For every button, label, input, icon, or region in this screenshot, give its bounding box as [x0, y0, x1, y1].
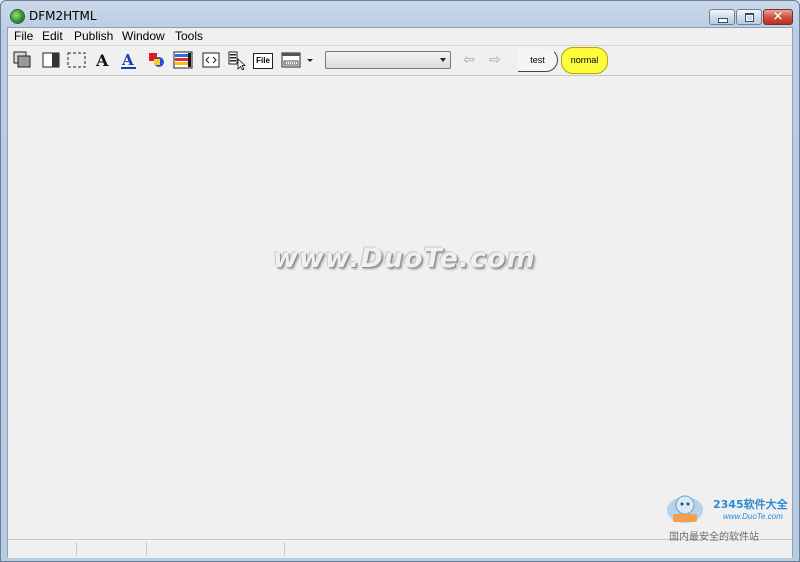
tab-test[interactable]: test	[518, 48, 558, 72]
status-pane	[285, 542, 685, 556]
back-arrow-icon[interactable]: ⇦	[463, 52, 475, 68]
list-cursor-icon[interactable]	[226, 50, 248, 70]
page-select[interactable]	[325, 51, 451, 69]
layers-icon[interactable]	[12, 50, 34, 70]
slogan-label: 国内最安全的软件站	[669, 532, 759, 543]
minimize-icon	[718, 18, 728, 23]
status-pane	[147, 542, 285, 556]
underline-font-icon[interactable]: A	[118, 50, 140, 70]
minimize-button[interactable]	[709, 9, 735, 25]
menu-file[interactable]: File	[12, 29, 35, 43]
file-icon[interactable]: File	[253, 53, 273, 69]
corner-watermark: 2345软件大全 www.DuoTe.com 国内最安全的软件站	[655, 490, 799, 560]
color-shapes-icon[interactable]	[146, 50, 168, 70]
panel-icon[interactable]	[40, 50, 62, 70]
app-window: DFM2HTML × File Edit Publish Window Tool…	[0, 0, 800, 562]
selection-rect-icon[interactable]	[66, 50, 88, 70]
title-bar[interactable]: DFM2HTML ×	[1, 1, 799, 29]
site-label: www.DuoTe.com	[723, 512, 783, 521]
frame-icon[interactable]	[280, 50, 302, 70]
close-button[interactable]: ×	[763, 9, 793, 25]
menu-bar: File Edit Publish Window Tools	[8, 28, 792, 44]
toolbar: A A File ⇦ ⇨ test normal	[8, 46, 792, 76]
status-pane	[77, 542, 147, 556]
dropdown-arrow-icon[interactable]	[305, 50, 315, 70]
design-canvas[interactable]	[8, 76, 792, 538]
status-pane	[8, 542, 77, 556]
mascot-icon	[667, 495, 703, 523]
menu-tools[interactable]: Tools	[173, 29, 205, 43]
maximize-button[interactable]	[736, 9, 762, 25]
menu-publish[interactable]: Publish	[72, 29, 115, 43]
chevron-down-icon	[440, 58, 446, 62]
brand-label: 2345软件大全	[713, 498, 788, 511]
watermark-text: www.DuoTe.com	[273, 243, 536, 274]
maximize-icon	[745, 13, 754, 22]
svg-text:A: A	[121, 51, 134, 69]
tab-normal[interactable]: normal	[561, 47, 608, 74]
menu-edit[interactable]: Edit	[40, 29, 65, 43]
window-title: DFM2HTML	[29, 9, 97, 23]
forward-arrow-icon[interactable]: ⇨	[489, 52, 501, 68]
close-icon: ×	[772, 9, 784, 24]
font-icon[interactable]: A	[92, 50, 114, 70]
color-bars-icon[interactable]	[172, 50, 194, 70]
app-icon[interactable]	[11, 10, 24, 23]
svg-text:A: A	[95, 51, 109, 70]
menu-window[interactable]: Window	[120, 29, 167, 43]
embed-code-icon[interactable]	[200, 50, 222, 70]
client-area: File Edit Publish Window Tools A A File …	[7, 27, 793, 558]
